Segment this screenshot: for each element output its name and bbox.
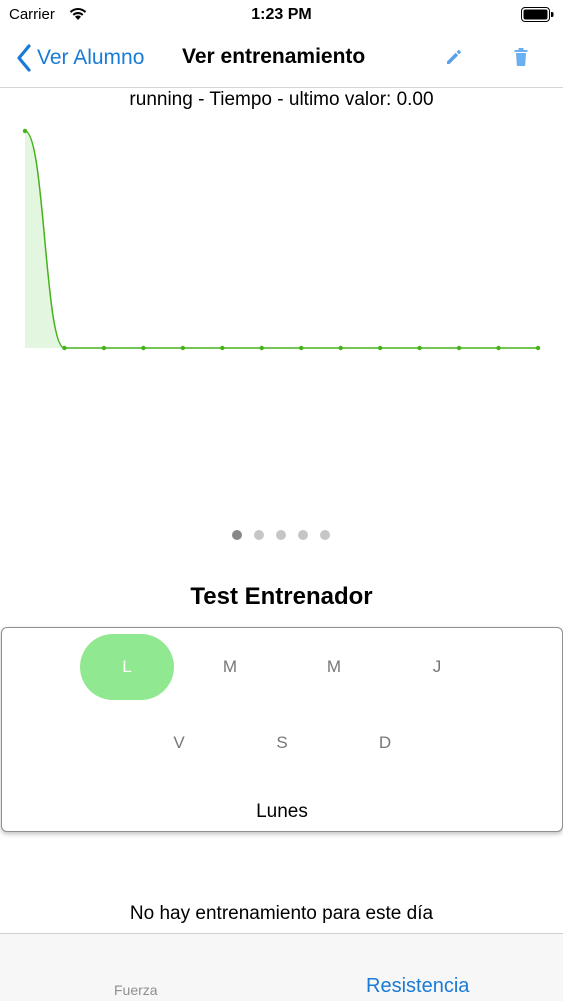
chart-point	[456, 345, 462, 351]
day-picker: L M M J V S D Lunes	[1, 627, 563, 832]
tab-endurance-label: Resistencia	[366, 975, 470, 997]
back-button[interactable]: Ver Alumno	[16, 42, 144, 74]
chart-point	[417, 345, 422, 351]
navigation-bar: Ver Alumno Ver entrenamiento	[0, 30, 563, 88]
status-time: 1:23 PM	[251, 6, 312, 23]
day-thursday-button[interactable]: J	[390, 634, 484, 700]
page-dot[interactable]	[254, 530, 264, 540]
day-sunday-button[interactable]: D	[338, 710, 432, 776]
section-title: Test Entrenador	[190, 583, 373, 610]
chart-series-line	[24, 130, 538, 349]
chart-point	[377, 345, 383, 351]
trash-icon[interactable]	[513, 47, 529, 67]
chevron-left-icon	[17, 44, 31, 72]
page-dot[interactable]	[232, 530, 242, 540]
page-dot[interactable]	[298, 530, 308, 540]
chart-point	[141, 345, 146, 351]
back-button-label: Ver Alumno	[37, 46, 145, 69]
page-dot[interactable]	[276, 530, 286, 540]
chart-point	[62, 345, 67, 351]
day-tuesday-button[interactable]: M	[183, 634, 277, 700]
day-friday-button[interactable]: V	[132, 710, 226, 776]
chart-point	[22, 128, 28, 134]
empty-training-message: No hay entrenamiento para este día	[129, 903, 434, 924]
selected-day-label: Lunes	[256, 801, 308, 822]
chart-point	[101, 345, 107, 351]
status-bar: Carrier 1:23 PM	[0, 0, 563, 30]
chart-point	[259, 345, 264, 351]
day-saturday-button[interactable]: S	[235, 710, 329, 776]
chart-point	[180, 345, 186, 351]
tab-strength-label: Fuerza	[114, 982, 158, 998]
page-title: Ver entrenamiento	[182, 45, 366, 68]
chart-point	[299, 345, 304, 351]
chart-point	[338, 345, 343, 351]
page-dot[interactable]	[320, 530, 330, 540]
battery-icon	[521, 7, 554, 22]
chart-area	[22, 128, 541, 351]
chart-point	[496, 345, 501, 351]
tab-strength[interactable]: Fuerza	[0, 934, 281, 1001]
tab-bar: Fuerza Resistencia	[0, 933, 563, 1001]
chart-point	[220, 345, 225, 351]
day-wednesday-button[interactable]: M	[287, 634, 381, 700]
edit-icon[interactable]	[444, 47, 464, 67]
day-monday-button[interactable]: L	[80, 634, 174, 700]
tab-endurance[interactable]: Resistencia	[281, 934, 563, 1001]
page-indicator[interactable]	[232, 530, 330, 540]
chart-series-fill	[25, 131, 538, 348]
chart-point	[535, 345, 541, 351]
chart-title: running - Tiempo - ultimo valor: 0.00	[129, 89, 434, 110]
